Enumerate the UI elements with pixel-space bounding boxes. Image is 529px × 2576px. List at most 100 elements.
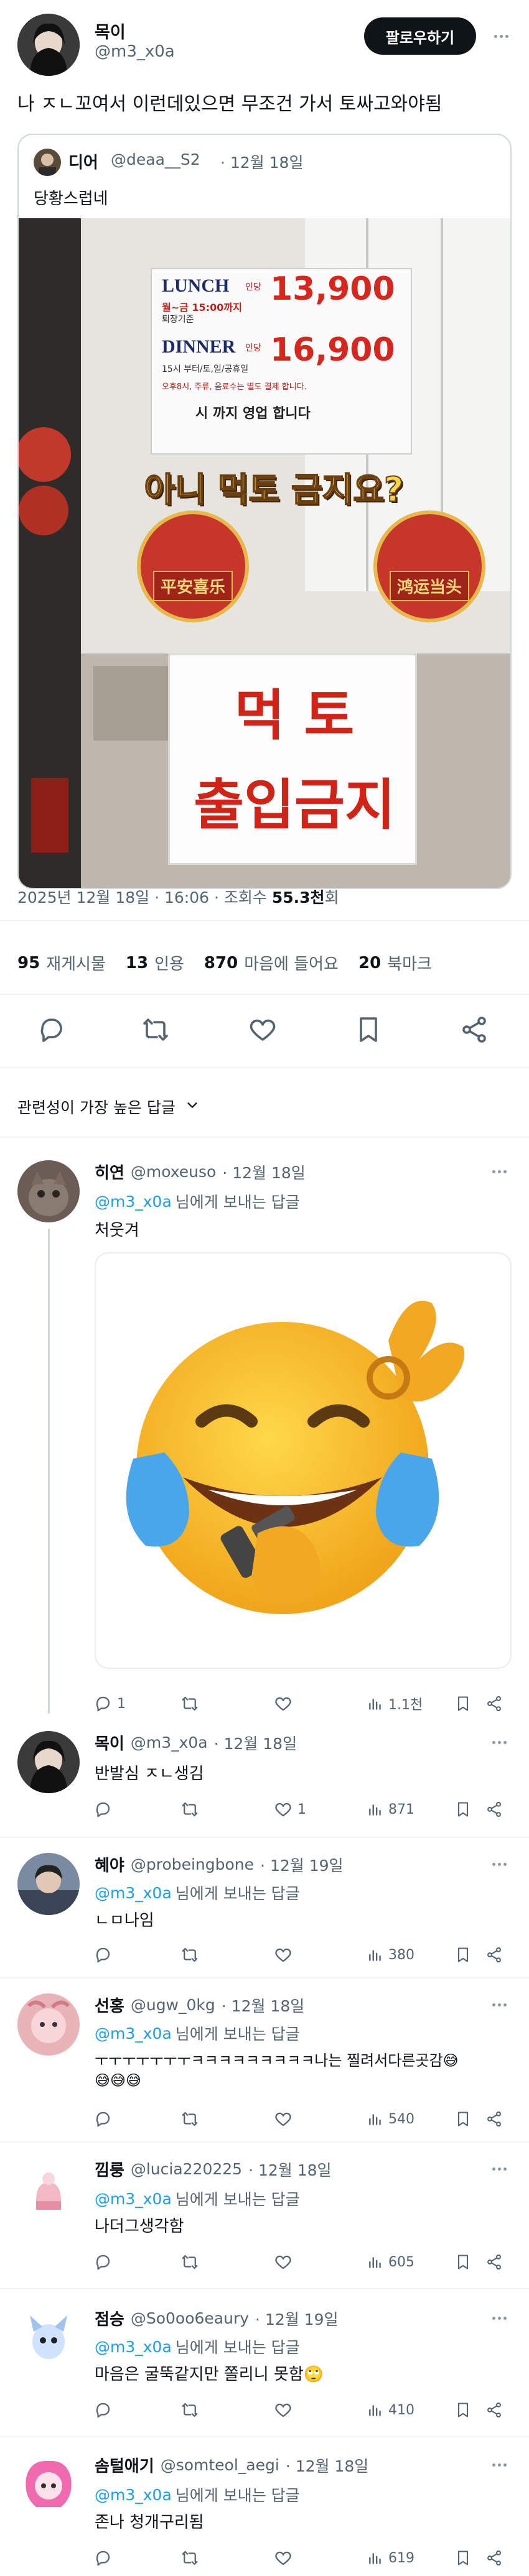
more-dots-icon[interactable] — [487, 1736, 512, 1748]
retweet-icon[interactable] — [180, 1797, 204, 1822]
like-label[interactable]: 마음에 들어요 — [244, 951, 339, 974]
replying-to-handle[interactable]: @m3_x0a — [95, 2338, 172, 2356]
reply-name[interactable]: 낌룽 — [95, 2158, 124, 2181]
sort-dropdown[interactable]: 관련성이 가장 높은 답글 — [17, 1096, 199, 1118]
views-icon[interactable]: 410 — [367, 2398, 414, 2422]
reply-name[interactable]: 솜털애기 — [95, 2454, 154, 2477]
quote-count[interactable]: 13 — [126, 954, 148, 972]
retweet-count[interactable]: 95 — [17, 954, 40, 972]
like-count[interactable]: 870 — [204, 954, 238, 972]
heart-icon[interactable] — [274, 2107, 297, 2131]
reply-icon[interactable] — [93, 2398, 117, 2422]
author-avatar[interactable] — [17, 14, 80, 76]
reply-avatar[interactable] — [17, 2454, 80, 2516]
reply-icon[interactable] — [36, 1015, 66, 1045]
replying-to-handle[interactable]: @m3_x0a — [95, 2024, 172, 2043]
reply-avatar[interactable] — [17, 1853, 80, 1915]
replying-to-handle[interactable]: @m3_x0a — [95, 1193, 172, 1211]
reply-avatar[interactable] — [17, 1160, 80, 1222]
share-icon[interactable] — [485, 1942, 503, 1967]
retweet-icon[interactable] — [180, 1691, 204, 1716]
retweet-icon[interactable] — [141, 1015, 171, 1045]
more-dots-icon[interactable] — [487, 2163, 512, 2175]
share-icon[interactable] — [485, 1797, 503, 1822]
more-dots-icon[interactable] — [487, 1858, 512, 1870]
heart-icon[interactable] — [274, 2398, 297, 2422]
reply-handle[interactable]: @So0oo6eaury — [131, 2309, 249, 2327]
heart-icon[interactable] — [248, 1015, 278, 1045]
reply-handle[interactable]: @moxeuso — [131, 1163, 216, 1181]
reply-image-crying-laughing-emoji[interactable] — [95, 1252, 512, 1669]
author-name[interactable]: 목이 — [95, 19, 126, 43]
reply-avatar[interactable] — [17, 1731, 80, 1793]
more-dots-icon[interactable] — [487, 1998, 512, 2011]
reply-icon[interactable] — [93, 2250, 117, 2274]
quote-label[interactable]: 인용 — [154, 951, 184, 974]
replying-to: @m3_x0a 님에게 보내는 답글 — [95, 1190, 300, 1212]
reply-icon[interactable] — [93, 2107, 117, 2131]
views-icon[interactable]: 1.1천 — [367, 1691, 423, 1716]
retweet-icon[interactable] — [180, 2546, 204, 2570]
quoted-tweet[interactable]: 디어 @deaa__S2 · 12월 18일 당황스럽네 LUNCH 월~금 1… — [17, 134, 512, 889]
reply-handle[interactable]: @somteol_aegi — [161, 2456, 279, 2474]
share-icon[interactable] — [485, 2250, 503, 2274]
reply-icon[interactable] — [93, 1942, 117, 1967]
more-dots-icon[interactable] — [489, 30, 513, 42]
share-icon[interactable] — [459, 1015, 489, 1045]
replying-to-handle[interactable]: @m3_x0a — [95, 2190, 172, 2208]
reply-handle[interactable]: @m3_x0a — [131, 1733, 208, 1752]
views-icon[interactable]: 605 — [367, 2250, 414, 2274]
reply-name[interactable]: 점승 — [95, 2307, 124, 2330]
share-icon[interactable] — [485, 1691, 503, 1716]
reply-name[interactable]: 목이 — [95, 1731, 124, 1754]
bookmark-label[interactable]: 북마크 — [387, 951, 432, 974]
bookmark-icon[interactable] — [454, 1942, 472, 1967]
bookmark-icon[interactable] — [454, 2250, 472, 2274]
reply-handle[interactable]: @lucia220225 — [131, 2160, 242, 2178]
views-icon[interactable]: 540 — [367, 2107, 414, 2131]
bookmark-icon[interactable] — [454, 2546, 472, 2570]
reply-avatar[interactable] — [17, 1993, 80, 2056]
reply-name[interactable]: 혜야 — [95, 1853, 124, 1876]
bookmark-icon[interactable] — [454, 1691, 472, 1716]
reply-handle[interactable]: @probeingbone — [131, 1855, 254, 1873]
reply-handle[interactable]: @ugw_0kg — [131, 1996, 215, 2014]
more-dots-icon[interactable] — [487, 2312, 512, 2324]
replying-to-handle[interactable]: @m3_x0a — [95, 2486, 172, 2504]
retweet-label[interactable]: 재게시물 — [46, 951, 106, 974]
views-icon[interactable]: 380 — [367, 1942, 414, 1967]
heart-icon[interactable] — [274, 2250, 297, 2274]
more-dots-icon[interactable] — [487, 2458, 512, 2471]
reply-icon[interactable]: 1 — [93, 1691, 126, 1716]
views-icon[interactable]: 619 — [367, 2546, 414, 2570]
follow-button[interactable]: 팔로우하기 — [364, 17, 476, 55]
retweet-icon[interactable] — [180, 2250, 204, 2274]
bookmark-icon[interactable] — [454, 2107, 472, 2131]
reply-avatar[interactable] — [17, 2307, 80, 2369]
retweet-icon[interactable] — [180, 2398, 204, 2422]
reply-avatar[interactable] — [17, 2158, 80, 2220]
bookmark-count[interactable]: 20 — [358, 954, 381, 972]
bookmark-icon[interactable] — [454, 1797, 472, 1822]
heart-icon[interactable] — [274, 1691, 297, 1716]
views-icon[interactable]: 871 — [367, 1797, 414, 1822]
heart-icon[interactable]: 1 — [274, 1797, 306, 1822]
retweet-icon[interactable] — [180, 1942, 204, 1967]
reply-icon[interactable] — [93, 1797, 117, 1822]
quote-photo[interactable]: LUNCH 월~금 15:00까지 퇴장기준 인당 13,900 DINNER … — [19, 218, 510, 888]
share-icon[interactable] — [485, 2546, 503, 2570]
bookmark-icon[interactable] — [353, 1015, 383, 1045]
retweet-icon[interactable] — [180, 2107, 204, 2131]
heart-icon[interactable] — [274, 1942, 297, 1967]
share-icon[interactable] — [485, 2107, 503, 2131]
more-dots-icon[interactable] — [487, 1165, 512, 1178]
replying-to-handle[interactable]: @m3_x0a — [95, 1884, 172, 1902]
views-count: 605 — [388, 2254, 414, 2270]
share-icon[interactable] — [485, 2398, 503, 2422]
heart-icon[interactable] — [274, 2546, 297, 2570]
reply-icon[interactable] — [93, 2546, 117, 2570]
reply-name[interactable]: 히연 — [95, 1160, 124, 1183]
reply-name[interactable]: 선홍 — [95, 1993, 124, 2016]
author-handle[interactable]: @m3_x0a — [95, 42, 175, 61]
bookmark-icon[interactable] — [454, 2398, 472, 2422]
